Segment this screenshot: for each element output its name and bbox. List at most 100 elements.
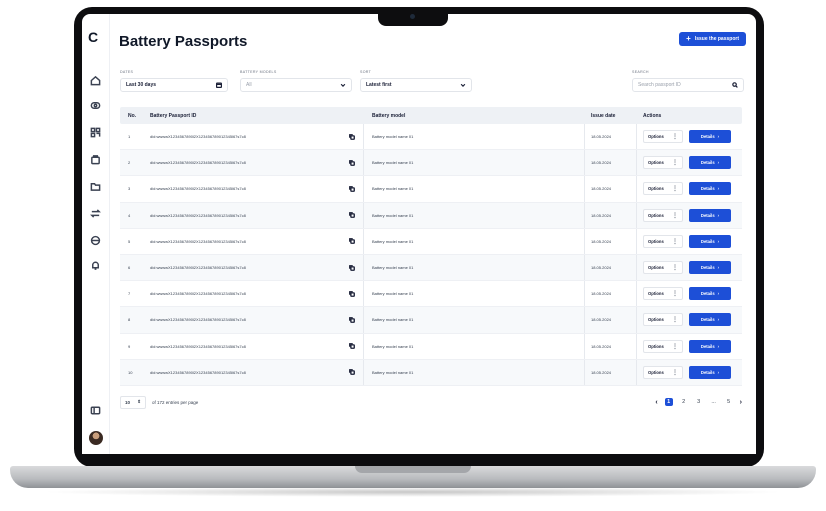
- passport-id-cell: did:wwwwX1234567890l2X123456789012345l67…: [142, 228, 364, 254]
- battery-models-select[interactable]: All: [240, 78, 352, 92]
- passport-id-cell: did:wwwwX1234567890l2X123456789012345l67…: [142, 150, 364, 176]
- details-label: Details: [700, 186, 715, 192]
- page-2[interactable]: 2: [680, 399, 688, 405]
- pagination-ellipsis: ...: [711, 399, 716, 405]
- details-button[interactable]: Details ›: [689, 156, 731, 170]
- per-page-select[interactable]: 10 ⇕: [120, 395, 146, 409]
- copy-icon[interactable]: [349, 343, 355, 350]
- options-button[interactable]: Options ⋮: [643, 261, 683, 275]
- table-row: 4 did:wwwwX1234567890l2X123456789012345l…: [120, 202, 742, 229]
- next-page-icon[interactable]: ›: [740, 399, 742, 406]
- passport-id: did:wwwwX1234567890l2X123456789012345l67…: [150, 186, 246, 192]
- options-button[interactable]: Options ⋮: [643, 339, 683, 353]
- more-vertical-icon: ⋮: [672, 212, 678, 219]
- copy-icon[interactable]: [349, 290, 355, 297]
- chevron-right-icon: ›: [717, 186, 720, 192]
- details-button[interactable]: Details ›: [689, 339, 731, 353]
- copy-icon[interactable]: [349, 212, 355, 219]
- options-button[interactable]: Options ⋮: [643, 287, 683, 301]
- page-5[interactable]: 5: [725, 399, 733, 405]
- column-header-actions: Actions: [643, 112, 662, 119]
- home-icon[interactable]: [89, 74, 101, 86]
- coin-icon[interactable]: [89, 99, 101, 111]
- options-button[interactable]: Options ⋮: [643, 156, 683, 170]
- table-row: 9 did:wwwwX1234567890l2X123456789012345l…: [120, 333, 742, 360]
- details-button[interactable]: Details ›: [689, 208, 731, 222]
- options-label: Options: [648, 343, 664, 349]
- chevron-right-icon: ›: [717, 291, 720, 297]
- sort-label: SORT: [360, 70, 372, 74]
- row-number: 9: [128, 343, 131, 349]
- passport-id-cell: did:wwwwX1234567890l2X123456789012345l67…: [142, 202, 364, 228]
- details-button[interactable]: Details ›: [689, 365, 731, 379]
- prev-page-icon[interactable]: ‹: [655, 399, 657, 406]
- copy-icon[interactable]: [349, 264, 355, 271]
- details-label: Details: [700, 265, 715, 271]
- screen: C Battery Passports + Issue the passport…: [82, 14, 756, 454]
- qr-icon[interactable]: [89, 126, 101, 138]
- issue-date: 18.05.2024: [585, 281, 637, 307]
- options-button[interactable]: Options ⋮: [643, 182, 683, 196]
- search-label: SEARCH: [632, 70, 649, 74]
- chevron-down-icon: [340, 83, 346, 87]
- page-title: Battery Passports: [119, 33, 248, 50]
- stepper-icon: ⇕: [137, 399, 141, 404]
- bag-icon[interactable]: [89, 153, 101, 165]
- details-label: Details: [700, 238, 715, 244]
- options-button[interactable]: Options ⋮: [643, 208, 683, 222]
- more-vertical-icon: ⋮: [672, 134, 678, 141]
- copy-icon[interactable]: [349, 133, 355, 140]
- passport-id-cell: did:wwwwX1234567890l2X123456789012345l67…: [142, 124, 364, 150]
- passport-id: did:wwwwX1234567890l2X123456789012345l67…: [150, 265, 246, 271]
- bell-icon[interactable]: [89, 259, 101, 271]
- details-button[interactable]: Details ›: [689, 287, 731, 301]
- options-button[interactable]: Options ⋮: [643, 365, 683, 379]
- copy-icon[interactable]: [349, 238, 355, 245]
- details-button[interactable]: Details ›: [689, 261, 731, 275]
- chevron-right-icon: ›: [717, 160, 720, 166]
- issue-passport-button[interactable]: + Issue the passport: [679, 32, 746, 46]
- battery-model: Battery model name 01: [364, 228, 585, 254]
- details-label: Details: [700, 212, 715, 218]
- page-1[interactable]: 1: [664, 398, 673, 406]
- search-placeholder: Search passport ID: [638, 82, 681, 88]
- copy-icon[interactable]: [349, 186, 355, 192]
- details-button[interactable]: Details ›: [689, 182, 731, 196]
- passport-id: did:wwwwX1234567890l2X123456789012345l67…: [150, 160, 246, 166]
- search-input[interactable]: Search passport ID: [632, 78, 744, 92]
- options-button[interactable]: Options ⋮: [643, 234, 683, 248]
- more-vertical-icon: ⋮: [672, 317, 678, 324]
- more-vertical-icon: ⋮: [672, 291, 678, 298]
- actions-cell: Options ⋮ Details ›: [637, 360, 742, 385]
- chevron-down-icon: [460, 83, 466, 87]
- details-button[interactable]: Details ›: [689, 234, 731, 248]
- battery-model: Battery model name 01: [364, 359, 585, 385]
- details-label: Details: [700, 343, 715, 349]
- dates-select[interactable]: Last 30 days: [120, 78, 228, 92]
- details-button[interactable]: Details ›: [689, 313, 731, 327]
- options-button[interactable]: Options ⋮: [643, 130, 683, 144]
- issue-passport-label: Issue the passport: [694, 36, 739, 42]
- passport-table: No. Battery Passport ID Battery model Is…: [120, 107, 742, 386]
- page-3[interactable]: 3: [695, 399, 703, 405]
- battery-model: Battery model name 01: [364, 202, 585, 228]
- more-vertical-icon: ⋮: [672, 160, 678, 167]
- more-vertical-icon: ⋮: [672, 238, 678, 245]
- row-number: 6: [128, 265, 131, 271]
- issue-date: 18.05.2024: [585, 150, 637, 176]
- table-row: 1 did:wwwwX1234567890l2X123456789012345l…: [120, 124, 742, 151]
- sort-select[interactable]: Latest first: [360, 78, 472, 92]
- folder-icon[interactable]: [89, 180, 101, 192]
- copy-icon[interactable]: [349, 159, 355, 166]
- details-button[interactable]: Details ›: [689, 130, 731, 144]
- swap-icon[interactable]: [89, 207, 101, 219]
- more-vertical-icon: ⋮: [672, 369, 678, 376]
- options-button[interactable]: Options ⋮: [643, 313, 683, 327]
- copy-icon[interactable]: [349, 369, 355, 376]
- settings-icon[interactable]: [89, 234, 101, 246]
- more-vertical-icon: ⋮: [672, 265, 678, 272]
- avatar[interactable]: [89, 431, 103, 445]
- copy-icon[interactable]: [349, 316, 355, 323]
- passport-id-cell: did:wwwwX1234567890l2X123456789012345l67…: [142, 307, 364, 333]
- panel-icon[interactable]: [89, 404, 101, 416]
